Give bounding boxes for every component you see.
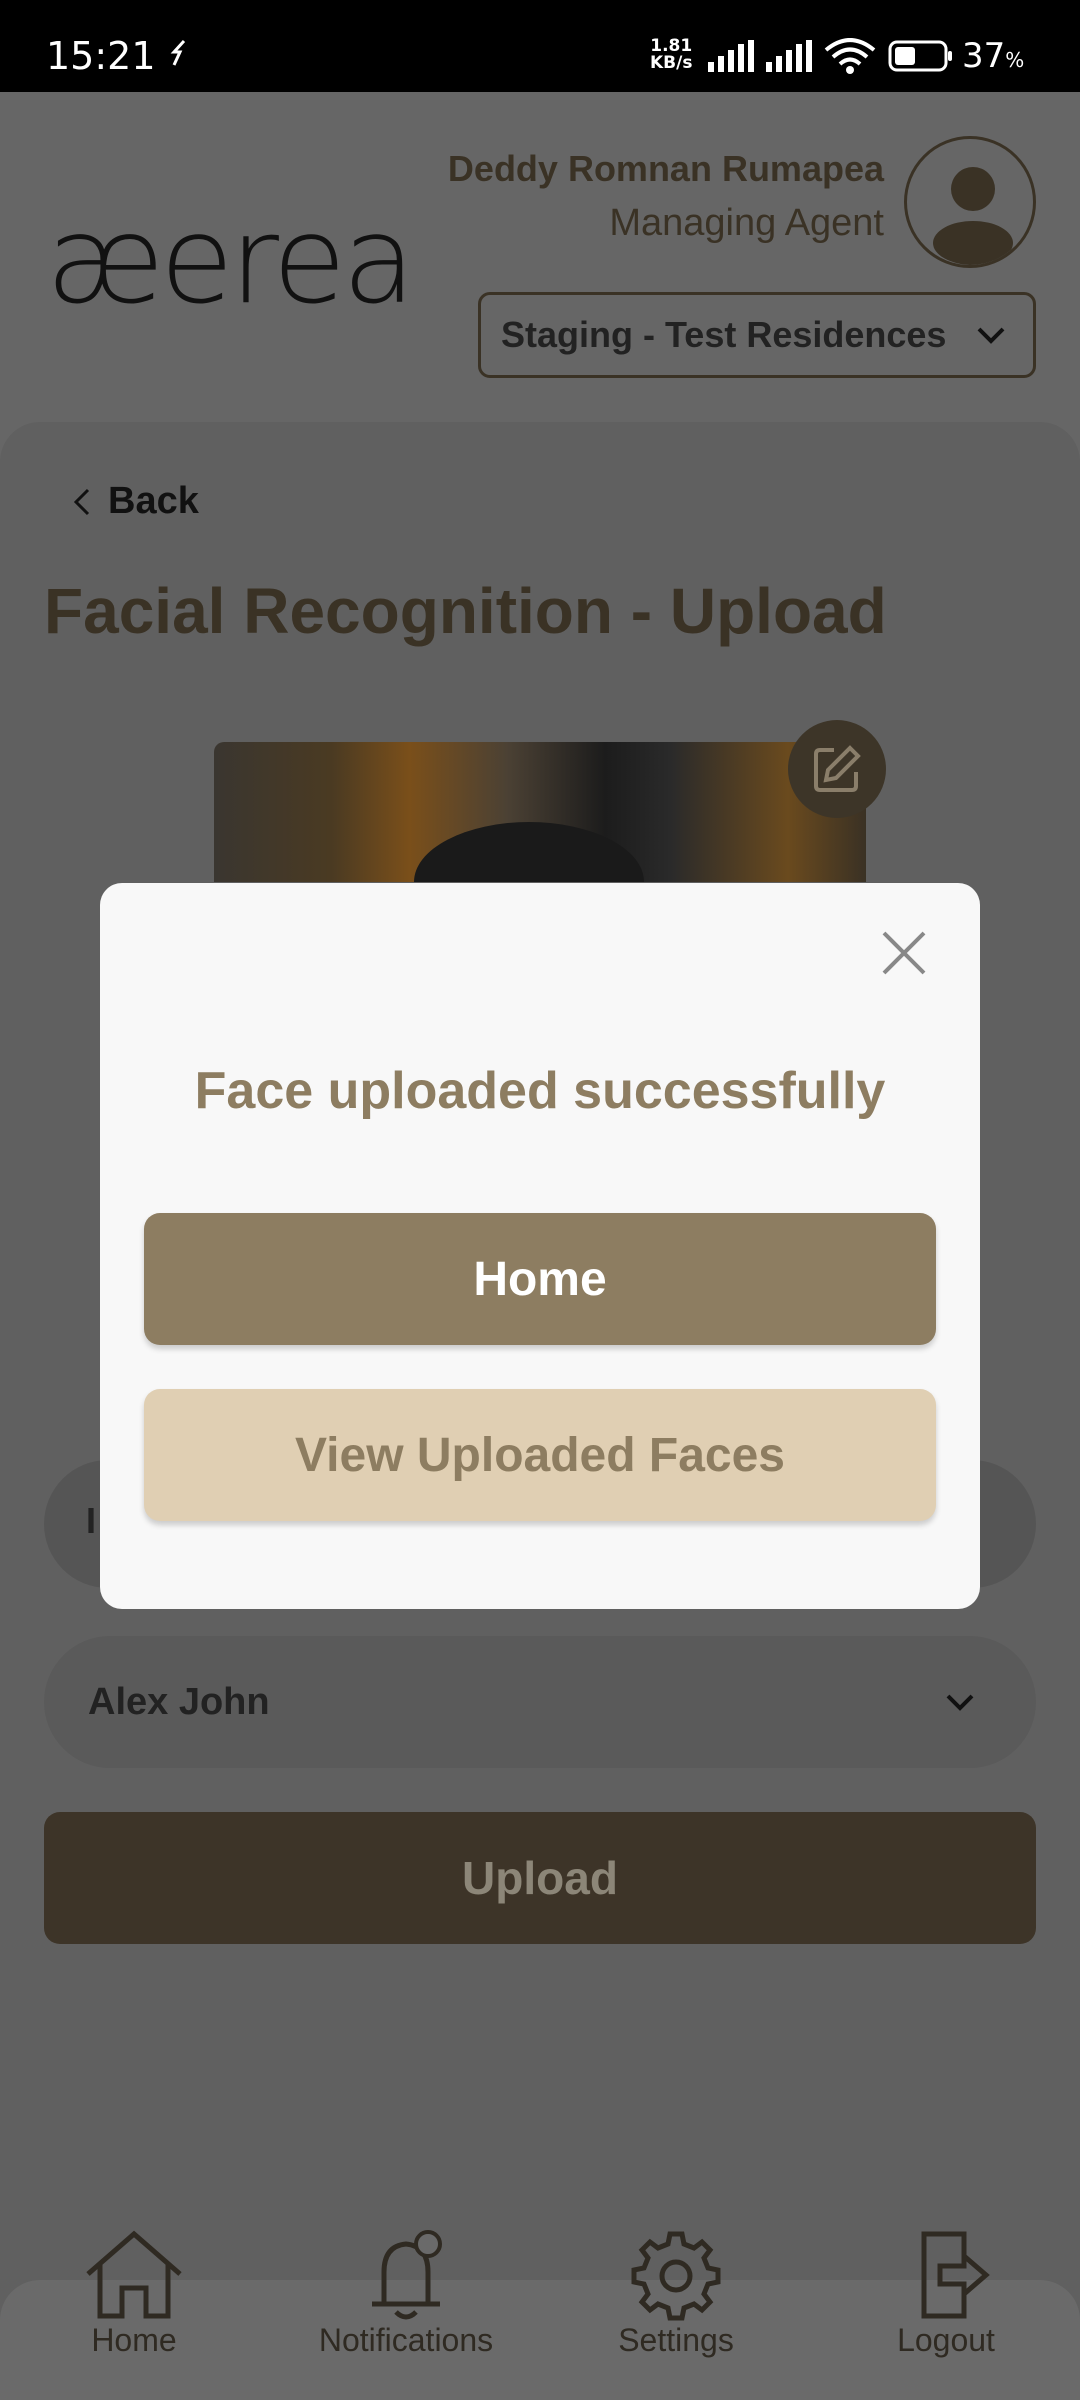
upload-button[interactable]: Upload bbox=[44, 1812, 1036, 1944]
property-select-value: Staging - Test Residences bbox=[501, 314, 947, 355]
back-chevron-icon bbox=[73, 488, 90, 515]
success-dialog: Face uploaded successfully Home View Upl… bbox=[100, 883, 980, 1609]
nav-notifications[interactable]: Notifications bbox=[296, 2228, 516, 2359]
back-label: Back bbox=[108, 480, 199, 522]
app-logo: æerea bbox=[46, 192, 416, 331]
edit-icon bbox=[814, 745, 861, 792]
battery-percent: 37% bbox=[962, 36, 1024, 76]
user-role: Managing Agent bbox=[609, 202, 884, 244]
home-button[interactable]: Home bbox=[144, 1213, 936, 1345]
nav-home-label: Home bbox=[91, 2322, 177, 2358]
dialog-message: Face uploaded successfully bbox=[194, 1062, 886, 1120]
nav-settings[interactable]: Settings bbox=[566, 2228, 786, 2359]
signal-icon bbox=[708, 40, 754, 72]
bell-icon bbox=[372, 2230, 442, 2320]
gear-icon bbox=[631, 2231, 721, 2321]
face-photo bbox=[214, 742, 866, 882]
nav-logout-label: Logout bbox=[897, 2322, 995, 2358]
close-icon[interactable] bbox=[878, 927, 930, 979]
avatar[interactable] bbox=[904, 136, 1036, 268]
wifi-icon bbox=[824, 38, 876, 74]
property-select[interactable]: Staging - Test Residences bbox=[478, 292, 1036, 378]
battery-percent-value: 37 bbox=[962, 36, 1006, 76]
battery-percent-unit: % bbox=[1005, 48, 1025, 72]
person-select[interactable]: Alex John bbox=[44, 1636, 1036, 1768]
chevron-down-icon bbox=[977, 327, 1005, 344]
chevron-down-icon bbox=[946, 1694, 974, 1711]
nav-logout[interactable]: Logout bbox=[836, 2228, 1056, 2359]
view-uploaded-faces-button[interactable]: View Uploaded Faces bbox=[144, 1389, 936, 1521]
nav-home[interactable]: Home bbox=[24, 2228, 244, 2359]
user-name: Deddy Romnan Rumapea bbox=[447, 148, 884, 189]
net-speed: 1.81 KB/s bbox=[650, 38, 692, 72]
home-icon bbox=[86, 2230, 182, 2319]
person-select-value: Alex John bbox=[88, 1680, 270, 1723]
signal-icon bbox=[766, 40, 812, 72]
logout-icon bbox=[921, 2231, 990, 2319]
nav-settings-label: Settings bbox=[618, 2322, 734, 2358]
name-input-value: I bbox=[86, 1500, 97, 1541]
net-speed-unit: KB/s bbox=[650, 53, 693, 73]
page-title: Facial Recognition - Upload bbox=[44, 575, 887, 647]
status-bar: 15:21 1.81 KB/s 37% bbox=[0, 0, 1080, 92]
nav-notifications-label: Notifications bbox=[318, 2322, 494, 2358]
sync-icon bbox=[170, 39, 186, 66]
edit-photo-button[interactable] bbox=[788, 720, 886, 818]
avatar-icon bbox=[933, 167, 1013, 265]
back-button[interactable]: Back bbox=[70, 480, 199, 523]
battery-icon bbox=[888, 40, 952, 72]
status-time: 15:21 bbox=[46, 34, 156, 78]
